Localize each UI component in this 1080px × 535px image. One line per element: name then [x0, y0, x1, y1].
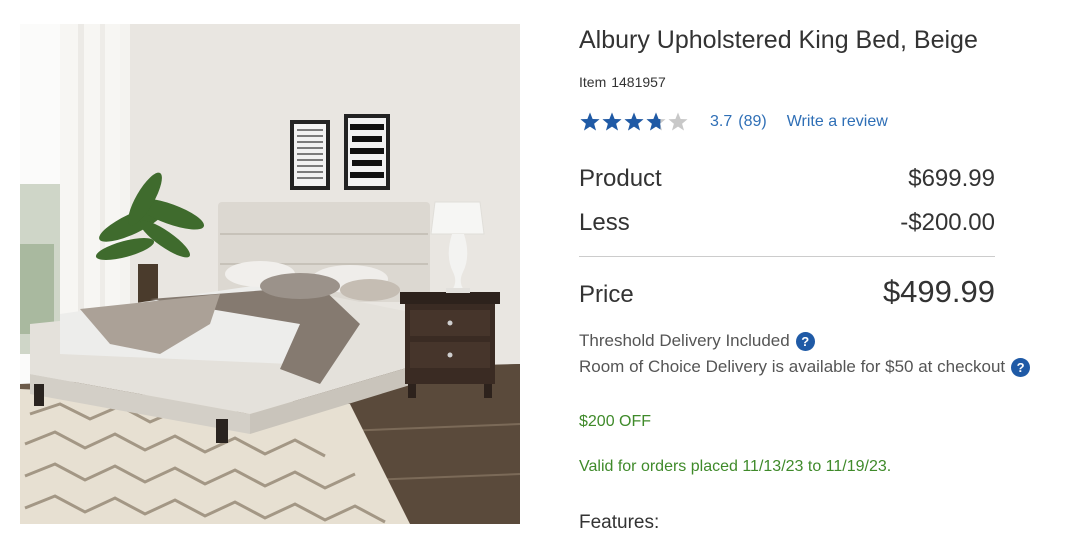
promo-discount: $200 OFF — [579, 413, 652, 430]
rating-score[interactable]: 3.7 — [710, 113, 732, 130]
final-price-value: $499.99 — [882, 274, 995, 309]
discount-label: Less — [579, 209, 630, 236]
product-price-row: Product $699.99 — [579, 165, 995, 193]
price-divider — [579, 256, 995, 257]
write-review-link[interactable]: Write a review — [787, 113, 888, 131]
final-price-row: Price $499.99 — [579, 274, 995, 310]
star-icon — [624, 112, 644, 131]
features-heading: Features: — [579, 512, 660, 533]
bedroom-photo — [20, 24, 520, 524]
star-icon — [668, 112, 688, 131]
rating-row: 3.7 (89) Write a review — [579, 110, 888, 134]
threshold-delivery-text: Threshold Delivery Included — [579, 331, 790, 350]
item-number-value: 1481957 — [611, 74, 666, 90]
product-title: Albury Upholstered King Bed, Beige — [579, 26, 978, 54]
product-price-value: $699.99 — [908, 165, 995, 192]
rating-summary-link[interactable]: 3.7 (89) — [710, 113, 767, 131]
star-icon — [646, 112, 666, 131]
room-of-choice-delivery: Room of Choice Delivery is available for… — [579, 357, 1031, 377]
discount-row: Less -$200.00 — [579, 209, 995, 237]
item-number: Item 1481957 — [579, 74, 666, 90]
room-of-choice-text: Room of Choice Delivery is available for… — [579, 357, 1006, 376]
help-icon[interactable]: ? — [795, 331, 815, 351]
promo-validity: Valid for orders placed 11/13/23 to 11/1… — [579, 458, 892, 475]
review-count[interactable]: (89) — [738, 113, 766, 130]
final-price-label: Price — [579, 281, 634, 308]
product-image[interactable] — [20, 24, 520, 524]
help-icon[interactable]: ? — [1011, 357, 1031, 377]
star-icon — [602, 112, 622, 131]
star-rating[interactable] — [579, 111, 689, 133]
product-price-label: Product — [579, 165, 662, 192]
discount-value: -$200.00 — [900, 209, 995, 236]
item-label: Item — [579, 74, 607, 90]
star-icon — [580, 112, 600, 131]
threshold-delivery: Threshold Delivery Included ? — [579, 331, 815, 351]
